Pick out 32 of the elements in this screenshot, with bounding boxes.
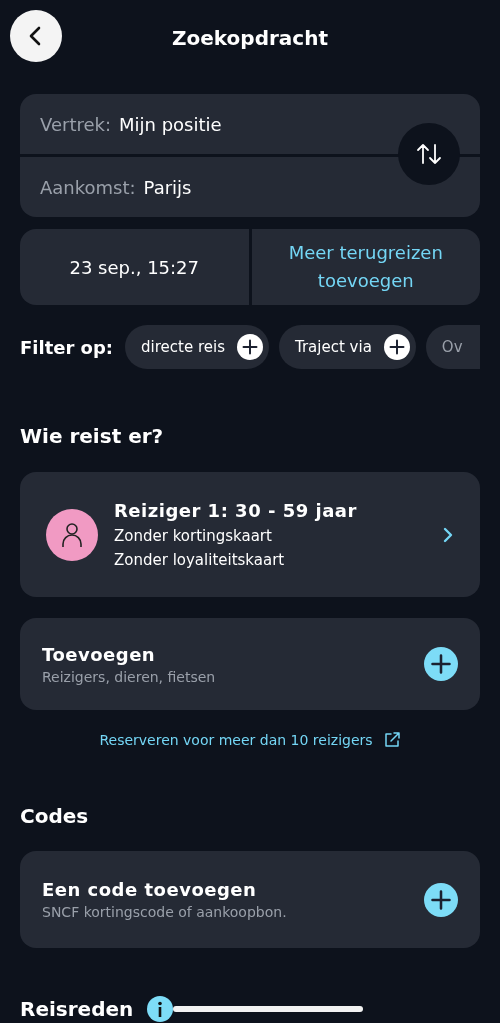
filter-chip[interactable]: Ov	[425, 325, 480, 369]
plus-icon[interactable]	[424, 647, 458, 681]
add-traveler-card[interactable]: Toevoegen Reizigers, dieren, fietsen	[20, 618, 480, 710]
card-title: Toevoegen	[42, 643, 157, 665]
card-subtitle: Reizigers, dieren, fietsen	[42, 668, 217, 685]
date-button[interactable]: 23 sep., 15:27	[20, 229, 249, 305]
plus-icon[interactable]	[383, 334, 410, 360]
filter-chip[interactable]: directe reis	[125, 325, 269, 369]
section-heading: Wie reist er?	[20, 424, 165, 448]
arrival-field[interactable]: Aankomst: Parijs	[20, 157, 480, 217]
card-title: Een code toevoegen	[42, 879, 258, 900]
external-link-icon	[382, 731, 401, 749]
filter-label: Filter op:	[20, 336, 114, 358]
page-title: Zoekopdracht	[172, 26, 328, 50]
chevron-right-icon	[442, 525, 454, 544]
plus-icon[interactable]	[237, 334, 263, 360]
traveler-detail: Zonder kortingskaart	[114, 527, 273, 545]
section-heading: Codes	[20, 804, 90, 828]
add-return-button[interactable]: Meer terugreizen toevoegen	[251, 229, 480, 305]
traveler-detail: Zonder loyaliteitskaart	[114, 551, 286, 569]
back-button[interactable]	[10, 10, 62, 62]
group-booking-link[interactable]: Reserveren voor meer dan 10 reizigers	[99, 732, 373, 748]
traveler-card[interactable]: Reiziger 1: 30 - 59 jaar Zonder kortingskaart Zonder loyaliteitskaart	[20, 472, 480, 597]
section-heading: Reisreden	[20, 997, 134, 1021]
departure-field[interactable]: Vertrek: Mijn positie	[20, 94, 480, 154]
info-icon[interactable]	[147, 996, 174, 1022]
swap-arrows-icon	[415, 142, 443, 166]
add-code-card[interactable]: Een code toevoegen SNCF kortingscode of aankoopbon.	[20, 851, 480, 948]
card-subtitle: SNCF kortingscode of aankoopbon.	[42, 904, 288, 920]
plus-icon[interactable]	[424, 882, 458, 917]
traveler-title: Reiziger 1: 30 - 59 jaar	[114, 500, 358, 521]
filter-chip[interactable]: Traject via	[279, 325, 416, 369]
